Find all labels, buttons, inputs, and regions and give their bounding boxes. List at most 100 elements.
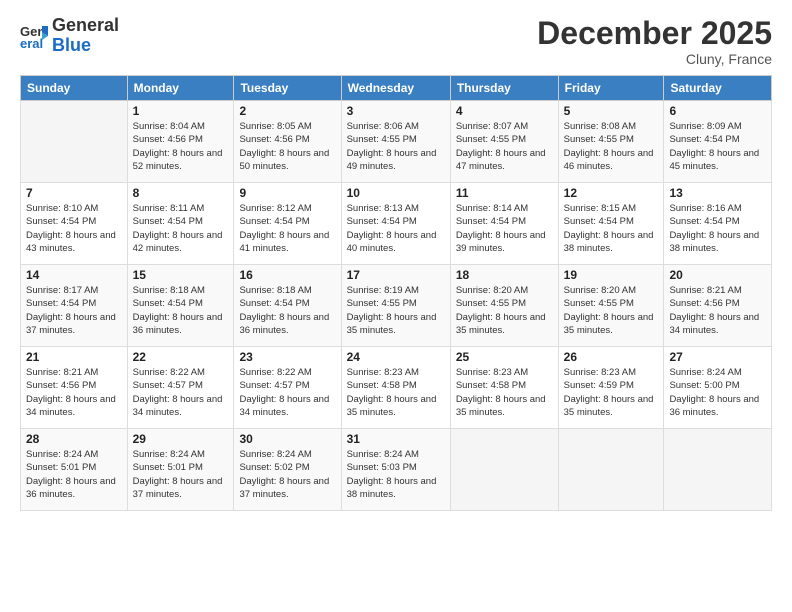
col-saturday: Saturday (664, 76, 772, 101)
table-row: 5 Sunrise: 8:08 AM Sunset: 4:55 PM Dayli… (558, 101, 664, 183)
daylight-label: Daylight: 8 hours and 35 minutes. (456, 312, 546, 336)
sunset-label: Sunset: 4:58 PM (456, 380, 526, 391)
day-info: Sunrise: 8:24 AM Sunset: 5:01 PM Dayligh… (26, 448, 122, 501)
day-number: 17 (347, 268, 445, 282)
table-row (664, 429, 772, 511)
table-row: 1 Sunrise: 8:04 AM Sunset: 4:56 PM Dayli… (127, 101, 234, 183)
sunset-label: Sunset: 4:54 PM (133, 216, 203, 227)
sunrise-label: Sunrise: 8:19 AM (347, 285, 419, 296)
sunrise-label: Sunrise: 8:15 AM (564, 203, 636, 214)
day-number: 24 (347, 350, 445, 364)
table-row: 6 Sunrise: 8:09 AM Sunset: 4:54 PM Dayli… (664, 101, 772, 183)
day-number: 14 (26, 268, 122, 282)
sunrise-label: Sunrise: 8:24 AM (133, 449, 205, 460)
daylight-label: Daylight: 8 hours and 38 minutes. (669, 230, 759, 254)
sunrise-label: Sunrise: 8:10 AM (26, 203, 98, 214)
day-number: 27 (669, 350, 766, 364)
sunset-label: Sunset: 4:57 PM (133, 380, 203, 391)
day-number: 18 (456, 268, 553, 282)
day-info: Sunrise: 8:24 AM Sunset: 5:01 PM Dayligh… (133, 448, 229, 501)
table-row: 23 Sunrise: 8:22 AM Sunset: 4:57 PM Dayl… (234, 347, 341, 429)
sunrise-label: Sunrise: 8:12 AM (239, 203, 311, 214)
daylight-label: Daylight: 8 hours and 36 minutes. (669, 394, 759, 418)
daylight-label: Daylight: 8 hours and 46 minutes. (564, 148, 654, 172)
day-info: Sunrise: 8:13 AM Sunset: 4:54 PM Dayligh… (347, 202, 445, 255)
sunset-label: Sunset: 4:54 PM (564, 216, 634, 227)
day-number: 22 (133, 350, 229, 364)
sunset-label: Sunset: 4:55 PM (564, 298, 634, 309)
table-row: 26 Sunrise: 8:23 AM Sunset: 4:59 PM Dayl… (558, 347, 664, 429)
day-number: 11 (456, 186, 553, 200)
sunrise-label: Sunrise: 8:04 AM (133, 121, 205, 132)
day-info: Sunrise: 8:08 AM Sunset: 4:55 PM Dayligh… (564, 120, 659, 173)
daylight-label: Daylight: 8 hours and 34 minutes. (133, 394, 223, 418)
daylight-label: Daylight: 8 hours and 41 minutes. (239, 230, 329, 254)
sunrise-label: Sunrise: 8:24 AM (26, 449, 98, 460)
day-number: 20 (669, 268, 766, 282)
title-block: December 2025 Cluny, France (537, 16, 772, 67)
sunrise-label: Sunrise: 8:06 AM (347, 121, 419, 132)
daylight-label: Daylight: 8 hours and 35 minutes. (456, 394, 546, 418)
sunset-label: Sunset: 4:56 PM (669, 298, 739, 309)
sunrise-label: Sunrise: 8:18 AM (239, 285, 311, 296)
table-row (450, 429, 558, 511)
day-info: Sunrise: 8:18 AM Sunset: 4:54 PM Dayligh… (239, 284, 335, 337)
daylight-label: Daylight: 8 hours and 36 minutes. (26, 476, 116, 500)
sunset-label: Sunset: 4:56 PM (239, 134, 309, 145)
col-friday: Friday (558, 76, 664, 101)
table-row: 8 Sunrise: 8:11 AM Sunset: 4:54 PM Dayli… (127, 183, 234, 265)
daylight-label: Daylight: 8 hours and 47 minutes. (456, 148, 546, 172)
sunrise-label: Sunrise: 8:20 AM (564, 285, 636, 296)
day-number: 30 (239, 432, 335, 446)
col-wednesday: Wednesday (341, 76, 450, 101)
day-info: Sunrise: 8:20 AM Sunset: 4:55 PM Dayligh… (456, 284, 553, 337)
sunrise-label: Sunrise: 8:24 AM (669, 367, 741, 378)
sunset-label: Sunset: 4:54 PM (347, 216, 417, 227)
day-number: 28 (26, 432, 122, 446)
day-info: Sunrise: 8:24 AM Sunset: 5:02 PM Dayligh… (239, 448, 335, 501)
table-row: 25 Sunrise: 8:23 AM Sunset: 4:58 PM Dayl… (450, 347, 558, 429)
sunset-label: Sunset: 4:54 PM (133, 298, 203, 309)
day-info: Sunrise: 8:11 AM Sunset: 4:54 PM Dayligh… (133, 202, 229, 255)
sunrise-label: Sunrise: 8:08 AM (564, 121, 636, 132)
table-row (558, 429, 664, 511)
day-info: Sunrise: 8:05 AM Sunset: 4:56 PM Dayligh… (239, 120, 335, 173)
day-info: Sunrise: 8:07 AM Sunset: 4:55 PM Dayligh… (456, 120, 553, 173)
day-info: Sunrise: 8:06 AM Sunset: 4:55 PM Dayligh… (347, 120, 445, 173)
week-row-4: 21 Sunrise: 8:21 AM Sunset: 4:56 PM Dayl… (21, 347, 772, 429)
sunset-label: Sunset: 4:55 PM (347, 298, 417, 309)
daylight-label: Daylight: 8 hours and 45 minutes. (669, 148, 759, 172)
sunset-label: Sunset: 4:56 PM (133, 134, 203, 145)
day-info: Sunrise: 8:22 AM Sunset: 4:57 PM Dayligh… (239, 366, 335, 419)
daylight-label: Daylight: 8 hours and 37 minutes. (133, 476, 223, 500)
table-row: 13 Sunrise: 8:16 AM Sunset: 4:54 PM Dayl… (664, 183, 772, 265)
daylight-label: Daylight: 8 hours and 38 minutes. (564, 230, 654, 254)
week-row-1: 1 Sunrise: 8:04 AM Sunset: 4:56 PM Dayli… (21, 101, 772, 183)
table-row: 2 Sunrise: 8:05 AM Sunset: 4:56 PM Dayli… (234, 101, 341, 183)
sunset-label: Sunset: 5:01 PM (133, 462, 203, 473)
day-info: Sunrise: 8:18 AM Sunset: 4:54 PM Dayligh… (133, 284, 229, 337)
daylight-label: Daylight: 8 hours and 35 minutes. (564, 312, 654, 336)
day-number: 12 (564, 186, 659, 200)
table-row: 10 Sunrise: 8:13 AM Sunset: 4:54 PM Dayl… (341, 183, 450, 265)
header: Gen eral General Blue December 2025 Clun… (20, 16, 772, 67)
sunset-label: Sunset: 4:54 PM (669, 216, 739, 227)
location: Cluny, France (537, 51, 772, 67)
sunrise-label: Sunrise: 8:18 AM (133, 285, 205, 296)
sunrise-label: Sunrise: 8:14 AM (456, 203, 528, 214)
sunrise-label: Sunrise: 8:24 AM (347, 449, 419, 460)
daylight-label: Daylight: 8 hours and 36 minutes. (239, 312, 329, 336)
day-number: 3 (347, 104, 445, 118)
week-row-2: 7 Sunrise: 8:10 AM Sunset: 4:54 PM Dayli… (21, 183, 772, 265)
day-info: Sunrise: 8:24 AM Sunset: 5:03 PM Dayligh… (347, 448, 445, 501)
daylight-label: Daylight: 8 hours and 50 minutes. (239, 148, 329, 172)
day-info: Sunrise: 8:09 AM Sunset: 4:54 PM Dayligh… (669, 120, 766, 173)
col-sunday: Sunday (21, 76, 128, 101)
sunrise-label: Sunrise: 8:23 AM (564, 367, 636, 378)
day-number: 7 (26, 186, 122, 200)
sunset-label: Sunset: 5:00 PM (669, 380, 739, 391)
table-row: 3 Sunrise: 8:06 AM Sunset: 4:55 PM Dayli… (341, 101, 450, 183)
day-number: 6 (669, 104, 766, 118)
day-number: 29 (133, 432, 229, 446)
sunrise-label: Sunrise: 8:22 AM (239, 367, 311, 378)
